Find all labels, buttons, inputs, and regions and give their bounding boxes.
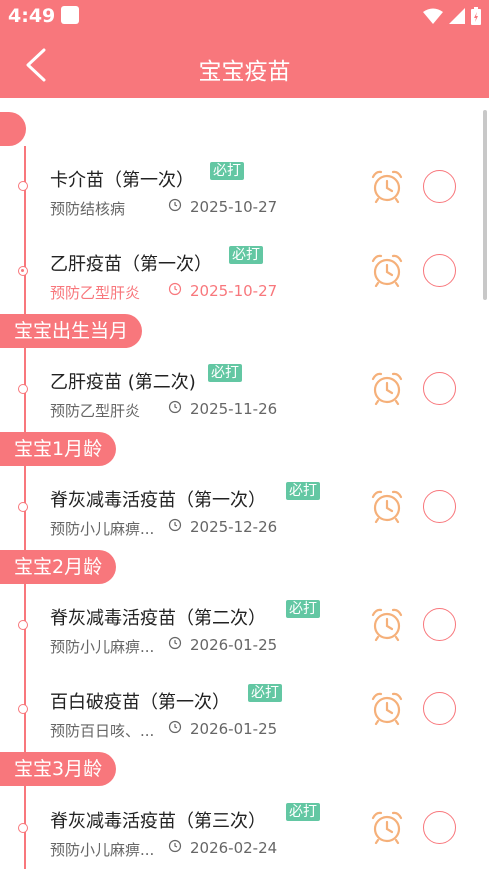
timeline-dot: [18, 823, 28, 833]
required-badge: 必打: [229, 246, 263, 264]
vaccine-date: 2026-02-24: [190, 839, 278, 857]
vaccine-name: 脊灰减毒活疫苗（第二次）: [50, 608, 266, 629]
group-tag-empty: [0, 112, 26, 146]
status-icons: [423, 7, 481, 25]
required-badge: 必打: [286, 482, 320, 500]
vaccine-date: 2025-10-27: [190, 198, 278, 216]
vaccine-date: 2025-12-26: [190, 518, 278, 536]
timeline-dot: [18, 704, 28, 714]
required-badge: 必打: [286, 600, 320, 618]
alarm-clock-icon[interactable]: [369, 809, 405, 845]
timeline-dot: [18, 620, 28, 630]
required-badge: 必打: [208, 364, 242, 382]
vaccine-description: 预防乙型肝炎: [50, 402, 141, 420]
vaccine-date: 2026-01-25: [190, 636, 278, 654]
complete-checkbox[interactable]: [423, 254, 456, 287]
alarm-clock-icon[interactable]: [369, 606, 405, 642]
vaccine-description: 预防乙型肝炎: [50, 284, 141, 302]
complete-checkbox[interactable]: [423, 608, 456, 641]
group-tag: 宝宝1月龄: [0, 432, 117, 466]
app-header: 宝宝疫苗: [0, 32, 489, 98]
clock-icon: [168, 636, 182, 650]
status-bar: 4:49: [0, 0, 489, 32]
vaccine-name: 脊灰减毒活疫苗（第三次）: [50, 811, 266, 832]
alarm-clock-icon[interactable]: [369, 488, 405, 524]
required-badge: 必打: [210, 162, 244, 180]
complete-checkbox[interactable]: [423, 372, 456, 405]
alarm-clock-icon[interactable]: [369, 168, 405, 204]
clock-icon: [168, 720, 182, 734]
vaccine-description: 预防小儿麻痹...: [50, 638, 155, 656]
clock-icon: [168, 282, 182, 296]
signal-icon: [449, 8, 465, 24]
vaccine-name: 百白破疫苗（第一次）: [50, 692, 230, 713]
wifi-icon: [423, 8, 443, 24]
vaccine-item[interactable]: 脊灰减毒活疫苗（第三次） 必打 预防小儿麻痹... 2026-02-24: [0, 788, 489, 869]
timeline-dot-current: [18, 266, 28, 276]
vaccine-date: 2026-01-25: [190, 720, 278, 738]
group-tag: 宝宝3月龄: [0, 752, 117, 786]
vaccine-date: 2025-11-26: [190, 400, 278, 418]
complete-checkbox[interactable]: [423, 692, 456, 725]
vaccine-list[interactable]: 卡介苗（第一次） 必打 预防结核病 2025-10-27 乙肝疫苗（第一次） 必…: [0, 98, 489, 869]
group-tag: 宝宝2月龄: [0, 550, 117, 584]
clock-icon: [168, 198, 182, 212]
clock-icon: [168, 400, 182, 414]
alarm-clock-icon[interactable]: [369, 252, 405, 288]
complete-checkbox[interactable]: [423, 811, 456, 844]
vaccine-description: 预防小儿麻痹...: [50, 520, 155, 538]
complete-checkbox[interactable]: [423, 490, 456, 523]
vaccine-name: 乙肝疫苗（第一次）: [50, 254, 212, 275]
vaccine-description: 预防百日咳、...: [50, 722, 155, 740]
vaccine-description: 预防结核病: [50, 200, 126, 218]
clock-icon: [168, 518, 182, 532]
timeline-dot: [18, 181, 28, 191]
required-badge: 必打: [286, 803, 320, 821]
vaccine-description: 预防小儿麻痹...: [50, 841, 155, 859]
timeline-dot: [18, 502, 28, 512]
alarm-clock-icon[interactable]: [369, 690, 405, 726]
complete-checkbox[interactable]: [423, 170, 456, 203]
status-time: 4:49: [8, 5, 56, 27]
alarm-clock-icon[interactable]: [369, 370, 405, 406]
vaccine-name: 脊灰减毒活疫苗（第一次）: [50, 490, 266, 511]
vaccine-date: 2025-10-27: [190, 282, 278, 300]
group-tag: 宝宝出生当月: [0, 314, 143, 348]
vaccine-name: 乙肝疫苗 (第二次): [50, 372, 196, 393]
vaccine-name: 卡介苗（第一次）: [50, 170, 194, 191]
timeline-dot: [18, 384, 28, 394]
required-badge: 必打: [248, 684, 282, 702]
scrollbar[interactable]: [483, 110, 487, 300]
clock-icon: [168, 839, 182, 853]
battery-icon: [471, 7, 481, 25]
notification-icon: [61, 6, 79, 24]
page-title: 宝宝疫苗: [198, 59, 291, 85]
